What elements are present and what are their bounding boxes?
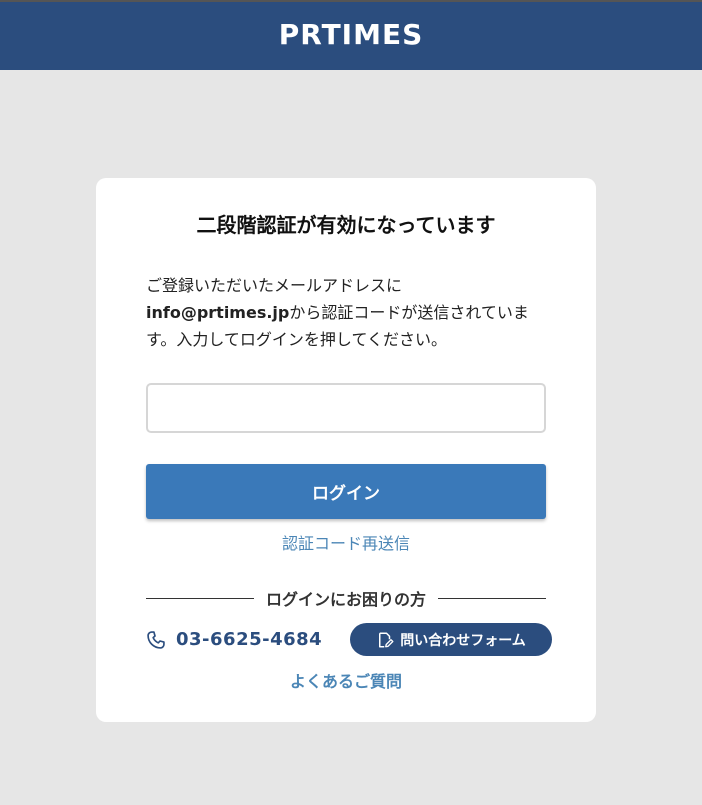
divider-line-right — [438, 597, 547, 599]
help-heading: ログインにお困りの方 — [266, 590, 427, 609]
resend-code-link[interactable]: 認証コード再送信 — [96, 530, 596, 554]
page-title: 二段階認証が有効になっています — [196, 213, 496, 237]
phone-icon — [146, 629, 168, 651]
login-button[interactable]: ログイン — [146, 464, 546, 519]
verification-code-input[interactable] — [146, 383, 546, 433]
registered-email: info@prtimes.jp — [146, 303, 290, 322]
edit-document-icon — [376, 631, 394, 649]
instruction-prefix: ご登録いただいたメールアドレスに — [146, 276, 403, 295]
two-factor-card: 二段階認証が有効になっています ご登録いただいたメールアドレスに info@prt… — [96, 178, 596, 722]
divider-line-left — [146, 597, 254, 599]
faq-link[interactable]: よくあるご質問 — [96, 668, 596, 692]
phone-number[interactable]: 03-6625-4684 — [176, 629, 322, 650]
contact-form-button[interactable]: 問い合わせフォーム — [350, 623, 552, 656]
contact-form-label: 問い合わせフォーム — [400, 632, 526, 649]
help-divider: ログインにお困りの方 — [146, 586, 547, 610]
site-header: PRTIMES — [0, 0, 702, 70]
phone-contact[interactable]: 03-6625-4684 — [146, 623, 322, 656]
instruction-text: ご登録いただいたメールアドレスに info@prtimes.jpから認証コードが送… — [146, 272, 546, 353]
prtimes-logo[interactable]: PRTIMES — [279, 18, 424, 51]
